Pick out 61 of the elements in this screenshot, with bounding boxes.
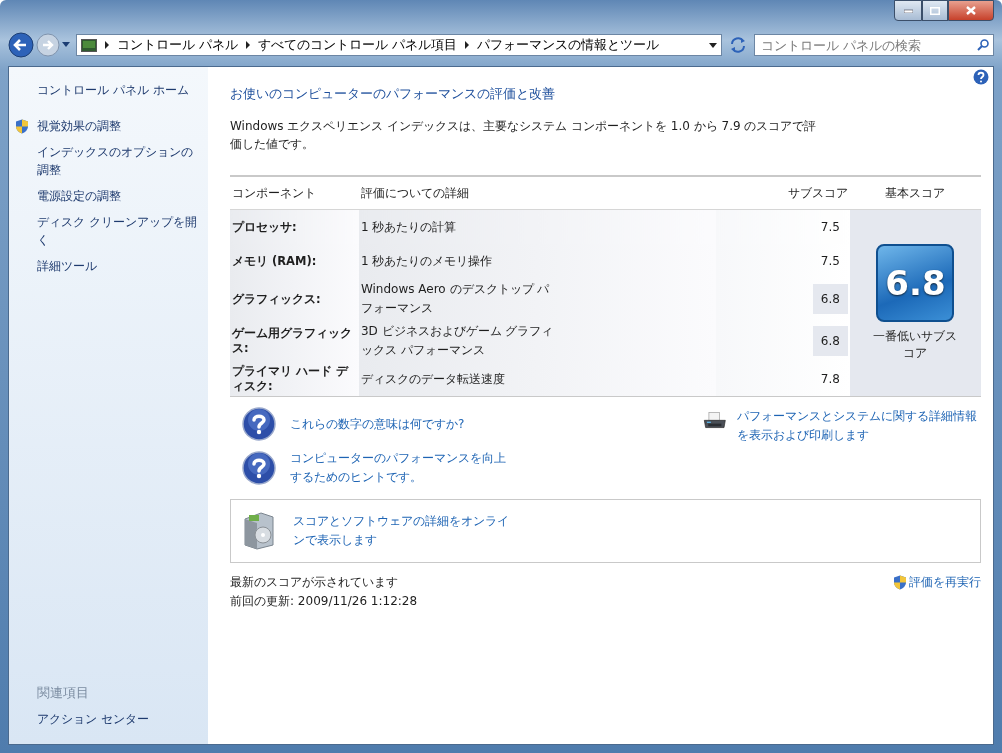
software-box-icon [241, 511, 277, 551]
base-score-caption: 一番低いサブスコア [872, 328, 959, 362]
sidebar-link[interactable]: 視覚効果の調整 [37, 117, 204, 135]
column-header: サブスコア [715, 176, 850, 210]
description-text: Windows エクスペリエンス インデックスは、主要なシステム コンポーネントを 1.0 から 7.9 のスコアで評価した値です。 [230, 118, 818, 153]
print-link[interactable]: パフォーマンスとシステムに関する詳細情報を表示および印刷します [736, 407, 981, 445]
table-cell-text: 3D ビジネスおよびゲーム グラフィックス パフォーマンス [360, 323, 555, 359]
subscore-value: 6.8 [812, 326, 848, 356]
subscore-value: 7.8 [819, 371, 841, 388]
table-cell-text: Windows Aero のデスクトップ パフォーマンス [360, 281, 551, 317]
sidebar-link[interactable]: 電源設定の調整 [37, 187, 204, 205]
sidebar-link[interactable]: ディスク クリーンアップを開く [37, 213, 204, 249]
maximize-icon [930, 6, 940, 15]
close-button[interactable] [948, 0, 994, 21]
online-link[interactable]: スコアとソフトウェアの詳細をオンラインで表示します [293, 512, 513, 550]
refresh-icon[interactable] [728, 35, 748, 55]
subscore-value: 7.5 [819, 253, 841, 270]
last-update-text: 前回の更新: 2009/11/26 1:12:28 [230, 593, 418, 610]
help-link[interactable]: コンピューターのパフォーマンスを向上するためのヒントです。 [290, 449, 510, 487]
breadcrumb[interactable]: コントロール パネル [117, 36, 239, 54]
help-icon [242, 451, 276, 485]
sidebar-link[interactable]: アクション センター [37, 710, 204, 728]
table-cell-text: ディスクのデータ転送速度 [360, 370, 506, 388]
breadcrumb[interactable]: パフォーマンスの情報とツール [477, 36, 660, 54]
table-cell-text: 1 秒あたりのメモリ操作 [360, 252, 494, 270]
breadcrumb[interactable]: すべてのコントロール パネル項目 [258, 36, 458, 54]
rerun-link[interactable]: 評価を再実行 [909, 573, 981, 592]
close-icon [966, 6, 976, 15]
table-cell: プロセッサ: [230, 209, 359, 244]
table-cell-text: 1 秒あたりの計算 [360, 218, 458, 236]
help-icon [242, 407, 276, 441]
dropdown-icon[interactable] [709, 42, 717, 48]
subscore-value: 6.8 [812, 284, 848, 314]
shield-icon [15, 119, 29, 134]
table-cell: グラフィックス: [230, 278, 359, 320]
control-panel-icon [81, 38, 97, 52]
minimize-icon [903, 8, 913, 13]
maximize-button[interactable] [922, 0, 948, 21]
minimize-button[interactable] [894, 0, 922, 21]
base-score-badge: 6.8 [876, 244, 955, 322]
search-field[interactable]: コントロール パネルの検索 [754, 34, 994, 56]
column-header: 基本スコア [849, 176, 981, 210]
sidebar-link[interactable]: 詳細ツール [37, 257, 204, 275]
page-heading: お使いのコンピューターのパフォーマンスの評価と改善 [230, 85, 556, 103]
column-header: コンポーネント [230, 176, 359, 210]
help-link[interactable]: これらの数字の意味は何ですか? [290, 414, 510, 434]
related-heading: 関連項目 [37, 685, 90, 702]
sidebar-link[interactable]: コントロール パネル ホーム [37, 81, 204, 99]
history-dropdown-icon[interactable] [62, 42, 70, 48]
sidebar-link[interactable]: インデックスのオプションの調整 [37, 143, 204, 179]
back-button[interactable] [8, 32, 34, 58]
search-icon [977, 39, 989, 51]
column-header: 評価についての詳細 [358, 176, 716, 210]
help-icon[interactable] [973, 69, 989, 85]
table-cell: ゲーム用グラフィックス: [230, 320, 359, 362]
table-cell: プライマリ ハード ディスク: [230, 362, 359, 397]
status-text: 最新のスコアが示されています [230, 574, 399, 591]
address-bar[interactable]: コントロール パネル すべてのコントロール パネル項目 パフォーマンスの情報とツール [76, 34, 722, 56]
shield-icon [893, 575, 907, 590]
subscore-value: 7.5 [819, 219, 841, 236]
table-cell: メモリ (RAM): [230, 244, 359, 278]
